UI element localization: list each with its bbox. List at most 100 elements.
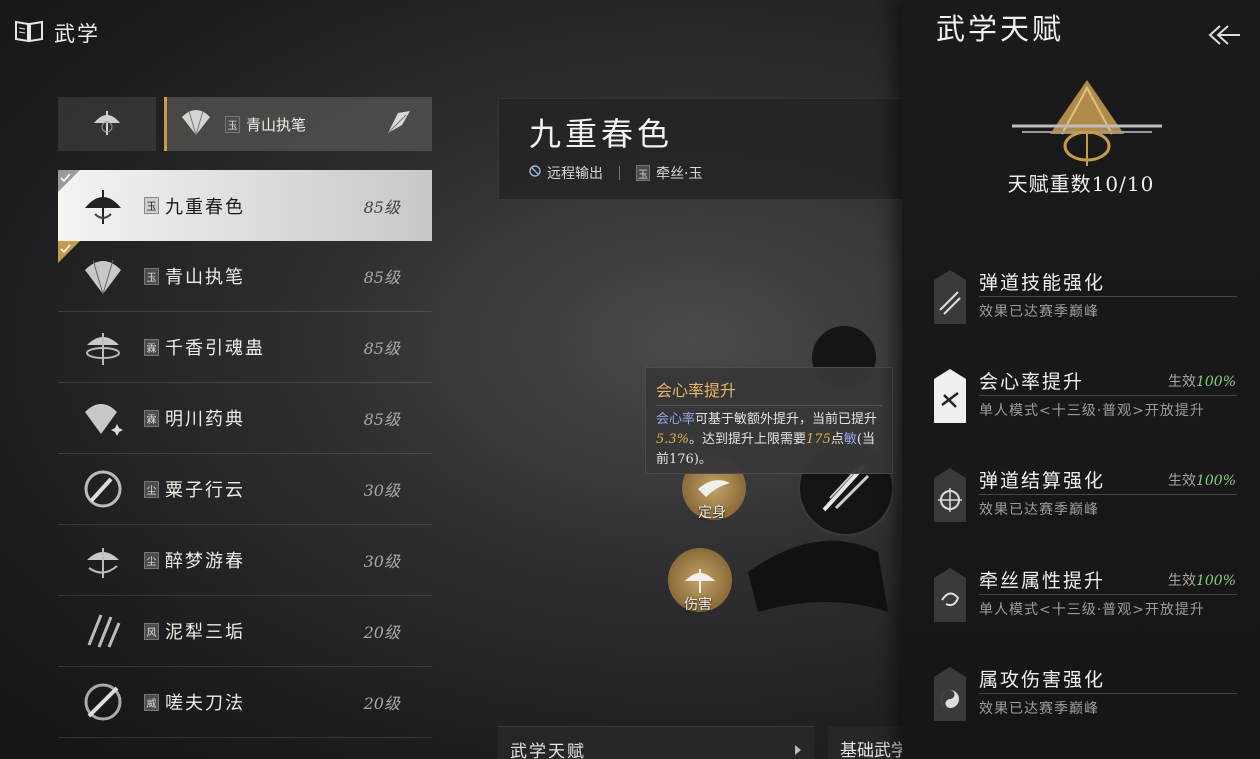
skill-name: 九重春色 bbox=[165, 196, 245, 218]
skill-detail-meta: 远程输出 玉 牵丝·玉 bbox=[529, 163, 702, 183]
skill-detail-card: 九重春色 远程输出 玉 牵丝·玉 bbox=[498, 98, 908, 200]
talent-count: 天赋重数10/10 bbox=[1007, 172, 1155, 196]
tier-tag: 威 bbox=[144, 693, 159, 711]
tooltip-value: 175 bbox=[806, 432, 831, 447]
tooltip-body: 会心率可基于敏额外提升，当前已提升5.3%。达到提升上限需要175点敏(当前17… bbox=[656, 410, 882, 470]
brush-icon bbox=[384, 107, 414, 141]
skill-name: 明川药典 bbox=[165, 409, 245, 430]
set-slot-active[interactable]: 玉 青山执笔 bbox=[164, 97, 432, 151]
set-slot-umbrella[interactable] bbox=[58, 97, 156, 151]
talent-tooltip: 会心率提升 会心率可基于敏额外提升，当前已提升 5.3%。达到提升上限需要175点… bbox=[645, 367, 893, 474]
skill-name: 泥犁三垢 bbox=[165, 622, 245, 643]
talent-divider bbox=[979, 594, 1237, 595]
skill-row-zuimeng[interactable]: 尘 醉梦游春 30级 bbox=[58, 525, 432, 596]
target-badge-icon bbox=[934, 468, 966, 522]
talent-name: 弹道技能强化 bbox=[979, 272, 1106, 294]
tier-tag: 霖 bbox=[144, 409, 159, 427]
talent-divider bbox=[979, 296, 1237, 297]
fan-spark-icon bbox=[76, 391, 130, 445]
tab-label: 基础武学 bbox=[840, 741, 908, 759]
talent-name: 属攻伤害强化 bbox=[979, 669, 1106, 691]
skill-name: 醉梦游春 bbox=[165, 551, 245, 572]
tier-tag: 玉 bbox=[144, 267, 159, 285]
role-icon bbox=[529, 165, 541, 181]
talent-desc: 效果已达赛季巅峰 bbox=[979, 502, 1099, 518]
tooltip-text: 点 bbox=[830, 432, 844, 447]
skill-list: 玉 九重春色 85级 玉 青山执笔 85级 霖 千香引魂蛊 85级 霖 明川药典… bbox=[58, 170, 432, 738]
tier-tag: 风 bbox=[144, 622, 159, 640]
page-header: 武学 bbox=[14, 18, 100, 48]
talent-desc: 单人模式<十三级·普观>开放提升 bbox=[979, 602, 1205, 618]
tier-tag: 尘 bbox=[144, 551, 159, 569]
page-title: 武学 bbox=[54, 22, 100, 46]
talent-item[interactable]: 属攻伤害强化 效果已达赛季巅峰 bbox=[934, 665, 1240, 735]
skill-level: 20级 bbox=[363, 623, 400, 642]
path-label: 牵丝·玉 bbox=[656, 166, 703, 182]
skill-row-jiuzhong[interactable]: 玉 九重春色 85级 bbox=[58, 170, 432, 241]
skill-name: 千香引魂蛊 bbox=[165, 338, 265, 359]
claw-icon bbox=[76, 604, 130, 658]
skill-name: 嗟夫刀法 bbox=[165, 693, 245, 714]
skill-level: 85级 bbox=[363, 339, 400, 358]
skill-level: 20级 bbox=[363, 694, 400, 713]
talent-divider bbox=[979, 494, 1237, 495]
tier-tag: 玉 bbox=[144, 197, 159, 214]
blade-ring-icon bbox=[76, 675, 130, 729]
panel-title: 武学天赋 bbox=[936, 12, 1065, 46]
skill-row-qianxiang[interactable]: 霖 千香引魂蛊 85级 bbox=[58, 312, 432, 383]
skill-name: 青山执笔 bbox=[165, 267, 245, 288]
umbrella-icon bbox=[685, 569, 715, 593]
tooltip-text: 。达到提升上限需要 bbox=[689, 432, 807, 447]
talent-panel: 武学天赋 天赋重数10/10 弹道技能强化 效果已达赛季巅峰 会心率提升 生效1… bbox=[902, 0, 1260, 759]
skill-level: 85级 bbox=[363, 268, 400, 287]
arrows-badge-icon bbox=[934, 270, 966, 324]
talent-name: 弹道结算强化 bbox=[979, 470, 1106, 492]
tab-basic-martial[interactable]: 基础武学 bbox=[828, 726, 908, 759]
set-active-label: 青山执笔 bbox=[246, 115, 307, 134]
swirl-badge-icon bbox=[934, 568, 966, 622]
tooltip-keyword: 敏 bbox=[843, 432, 857, 447]
umbrella-swirl-icon bbox=[76, 533, 130, 587]
skill-row-nili[interactable]: 风 泥犁三垢 20级 bbox=[58, 596, 432, 667]
talent-effect: 生效100% bbox=[1167, 473, 1236, 489]
talent-item[interactable]: 弹道技能强化 效果已达赛季巅峰 bbox=[934, 268, 1240, 338]
tier-tag: 玉 bbox=[225, 115, 240, 133]
skill-level: 30级 bbox=[363, 481, 400, 500]
talent-desc: 效果已达赛季巅峰 bbox=[979, 304, 1099, 320]
tier-tag: 尘 bbox=[144, 480, 159, 498]
tier-tag: 玉 bbox=[636, 165, 650, 181]
skill-level: 85级 bbox=[363, 197, 400, 217]
skill-row-suzi[interactable]: 尘 粟子行云 30级 bbox=[58, 454, 432, 525]
chevron-right-icon bbox=[794, 741, 802, 759]
check-icon bbox=[58, 170, 80, 192]
umbrella-emblem-icon bbox=[1002, 74, 1172, 173]
umbrella-icon bbox=[76, 179, 130, 233]
tree-node-label: 伤害 bbox=[684, 597, 712, 613]
tooltip-text: 可基于敏额外提升，当前已提升 bbox=[695, 412, 878, 427]
tooltip-value: 5.3% bbox=[656, 432, 690, 447]
talent-effect: 生效100% bbox=[1167, 573, 1236, 589]
talent-item[interactable]: 牵丝属性提升 生效100% 单人模式<十三级·普观>开放提升 bbox=[934, 566, 1240, 636]
check-icon bbox=[58, 241, 80, 263]
fan-icon bbox=[76, 249, 130, 303]
tooltip-keyword: 会心率 bbox=[656, 412, 696, 427]
crit-badge-icon bbox=[934, 369, 966, 423]
tier-tag: 霖 bbox=[144, 338, 159, 356]
talent-name: 牵丝属性提升 bbox=[979, 570, 1106, 592]
skill-name: 粟子行云 bbox=[165, 480, 245, 501]
skill-row-mingchuan[interactable]: 霖 明川药典 85级 bbox=[58, 383, 432, 454]
umbrella-icon bbox=[90, 105, 124, 143]
book-icon bbox=[14, 19, 44, 47]
tree-arc bbox=[748, 540, 888, 612]
talent-divider bbox=[979, 693, 1237, 694]
skill-level: 85级 bbox=[363, 410, 400, 429]
talent-divider bbox=[979, 395, 1237, 396]
talent-item[interactable]: 弹道结算强化 生效100% 效果已达赛季巅峰 bbox=[934, 466, 1240, 536]
talent-item[interactable]: 会心率提升 生效100% 单人模式<十三级·普观>开放提升 bbox=[934, 367, 1240, 437]
collapse-arrow-icon[interactable] bbox=[1206, 22, 1242, 52]
skill-row-jiefu[interactable]: 威 嗟夫刀法 20级 bbox=[58, 667, 432, 738]
talent-effect: 生效100% bbox=[1167, 374, 1236, 390]
wing-icon bbox=[698, 480, 730, 497]
skill-row-qingshan[interactable]: 玉 青山执笔 85级 bbox=[58, 241, 432, 312]
tab-martial-talent[interactable]: 武学天赋 bbox=[498, 726, 814, 759]
